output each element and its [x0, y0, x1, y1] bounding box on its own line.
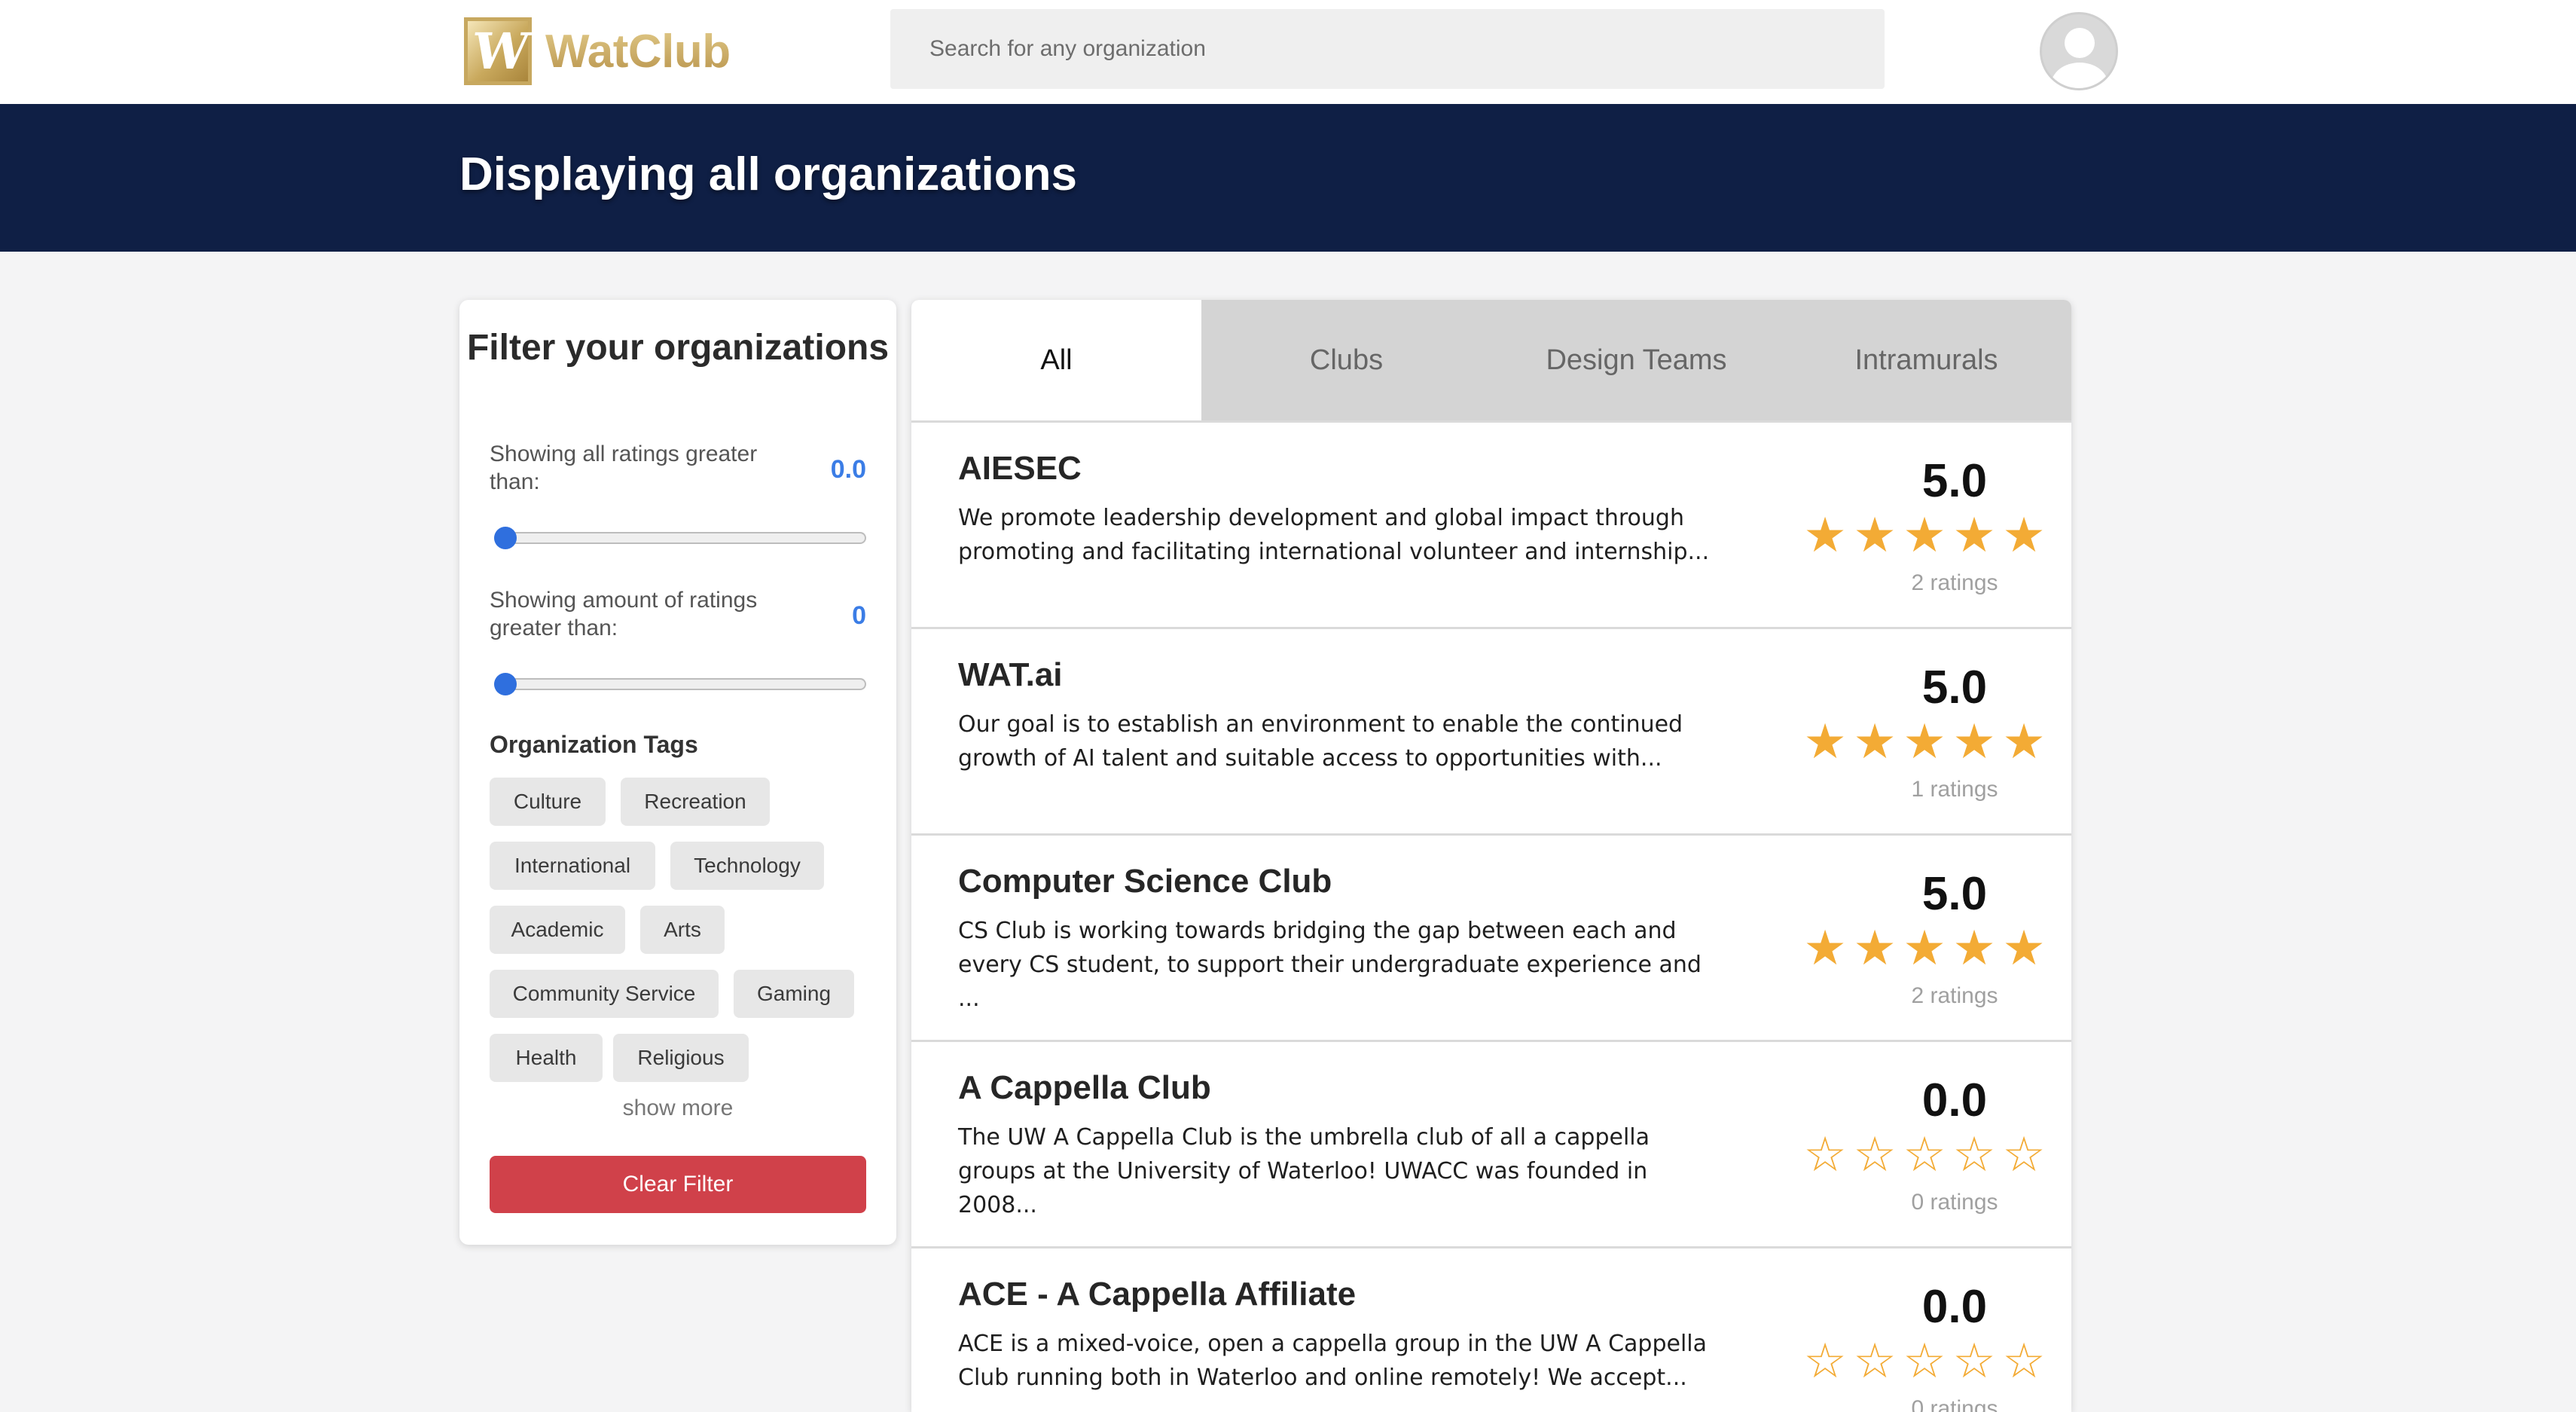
star-outline-icon: ☆: [2002, 1334, 2046, 1388]
filter-panel: Filter your organizations Showing all ra…: [459, 300, 896, 1245]
organization-card[interactable]: AIESEC We promote leadership development…: [911, 420, 2071, 627]
organization-description: ACE is a mixed-voice, open a cappella gr…: [958, 1331, 1708, 1391]
tag-international[interactable]: International: [490, 842, 655, 890]
tag-community-service[interactable]: Community Service: [490, 970, 719, 1018]
organization-name[interactable]: ACE - A Cappella Affiliate: [958, 1276, 1356, 1313]
star-outline-icon: ☆: [1903, 1334, 1946, 1388]
amount-filter-value: 0: [852, 601, 866, 630]
search-input[interactable]: [890, 9, 1885, 89]
amount-slider-handle[interactable]: [494, 673, 517, 695]
star-filled-icon: ★: [1803, 714, 1847, 769]
star-outline-icon: ☆: [1853, 1127, 1897, 1181]
tab-all[interactable]: All: [911, 300, 1201, 420]
star-rating: ☆ ☆ ☆ ☆ ☆: [1800, 1129, 2049, 1179]
tab-intramurals[interactable]: Intramurals: [1781, 300, 2071, 420]
star-outline-icon: ☆: [1803, 1334, 1847, 1388]
star-outline-icon: ☆: [1803, 1127, 1847, 1181]
tag-health[interactable]: Health: [490, 1034, 603, 1082]
organization-description: We promote leadership development and gl…: [958, 505, 1710, 565]
star-filled-icon: ★: [1903, 921, 1946, 975]
rating-slider-track[interactable]: [494, 532, 866, 544]
top-navbar: W WatClub: [0, 0, 2576, 104]
amount-filter-label: Showing amount of ratings greater than:: [490, 588, 758, 640]
page-banner: Displaying all organizations: [0, 104, 2576, 252]
brand-name: WatClub: [545, 25, 731, 78]
tag-arts[interactable]: Arts: [640, 906, 725, 954]
rating-filter-value: 0.0: [830, 455, 866, 484]
tags-heading: Organization Tags: [490, 731, 698, 758]
organization-description: Our goal is to establish an environment …: [958, 711, 1683, 772]
tag-religious[interactable]: Religious: [613, 1034, 749, 1082]
filter-title: Filter your organizations: [466, 328, 890, 368]
star-filled-icon: ★: [1853, 508, 1897, 562]
organization-list: AIESEC We promote leadership development…: [911, 420, 2071, 1412]
organization-card[interactable]: ACE - A Cappella Affiliate ACE is a mixe…: [911, 1246, 2071, 1412]
ratings-count: 2 ratings: [1911, 570, 1998, 595]
star-rating: ★ ★ ★ ★ ★: [1800, 717, 2049, 766]
star-rating: ★ ★ ★ ★ ★: [1800, 510, 2049, 560]
star-filled-icon: ★: [1853, 921, 1897, 975]
star-outline-icon: ☆: [2002, 1127, 2046, 1181]
ratings-count: 2 ratings: [1911, 983, 1998, 1008]
star-filled-icon: ★: [1903, 508, 1946, 562]
star-outline-icon: ☆: [1952, 1334, 1996, 1388]
user-avatar-icon[interactable]: [2040, 12, 2118, 90]
organization-description: The UW A Cappella Club is the umbrella c…: [958, 1124, 1650, 1218]
organization-score: 0.0: [1921, 1074, 1988, 1126]
tag-academic[interactable]: Academic: [490, 906, 625, 954]
clear-filter-button[interactable]: Clear Filter: [490, 1156, 866, 1213]
organization-card[interactable]: Computer Science Club CS Club is working…: [911, 833, 2071, 1040]
tab-design-teams[interactable]: Design Teams: [1491, 300, 1781, 420]
brand-logo-mark: W: [464, 17, 532, 85]
rating-filter-label: Showing all ratings greater than:: [490, 442, 758, 494]
star-outline-icon: ☆: [1853, 1334, 1897, 1388]
avatar-body-shape: [2051, 63, 2108, 88]
tag-gaming[interactable]: Gaming: [734, 970, 854, 1018]
star-outline-icon: ☆: [1903, 1127, 1946, 1181]
organization-name[interactable]: AIESEC: [958, 450, 1082, 487]
star-filled-icon: ★: [1952, 921, 1996, 975]
organization-name[interactable]: WAT.ai: [958, 656, 1063, 694]
category-tabs: All Clubs Design Teams Intramurals: [911, 300, 2071, 420]
organization-name[interactable]: Computer Science Club: [958, 863, 1332, 900]
organization-list-panel: All Clubs Design Teams Intramurals AIESE…: [911, 300, 2071, 1412]
organization-card[interactable]: WAT.ai Our goal is to establish an envir…: [911, 627, 2071, 833]
organization-score: 5.0: [1921, 868, 1988, 920]
star-filled-icon: ★: [2002, 921, 2046, 975]
organization-description: CS Club is working towards bridging the …: [958, 918, 1702, 1012]
star-filled-icon: ★: [1803, 921, 1847, 975]
star-filled-icon: ★: [1952, 508, 1996, 562]
star-filled-icon: ★: [1903, 714, 1946, 769]
amount-slider-track[interactable]: [494, 678, 866, 690]
star-filled-icon: ★: [1803, 508, 1847, 562]
star-filled-icon: ★: [2002, 508, 2046, 562]
tag-technology[interactable]: Technology: [670, 842, 824, 890]
organization-name[interactable]: A Cappella Club: [958, 1069, 1211, 1107]
star-filled-icon: ★: [1853, 714, 1897, 769]
avatar-head-shape: [2065, 28, 2095, 58]
show-more-link[interactable]: show more: [459, 1096, 896, 1121]
tag-recreation[interactable]: Recreation: [621, 778, 770, 826]
tag-culture[interactable]: Culture: [490, 778, 606, 826]
organization-score: 0.0: [1921, 1281, 1988, 1333]
ratings-count: 0 ratings: [1911, 1190, 1998, 1215]
ratings-count: 0 ratings: [1911, 1396, 1998, 1412]
organization-card[interactable]: A Cappella Club The UW A Cappella Club i…: [911, 1040, 2071, 1246]
star-outline-icon: ☆: [1952, 1127, 1996, 1181]
star-filled-icon: ★: [2002, 714, 2046, 769]
brand-logo-letter: W: [469, 22, 527, 81]
star-rating: ★ ★ ★ ★ ★: [1800, 923, 2049, 973]
star-filled-icon: ★: [1952, 714, 1996, 769]
organization-score: 5.0: [1921, 662, 1988, 714]
page-title: Displaying all organizations: [459, 148, 1077, 200]
star-rating: ☆ ☆ ☆ ☆ ☆: [1800, 1336, 2049, 1386]
organization-score: 5.0: [1921, 455, 1988, 507]
rating-slider-handle[interactable]: [494, 527, 517, 549]
brand-logo[interactable]: W WatClub: [464, 17, 731, 86]
ratings-count: 1 ratings: [1911, 777, 1998, 802]
tab-clubs[interactable]: Clubs: [1201, 300, 1491, 420]
